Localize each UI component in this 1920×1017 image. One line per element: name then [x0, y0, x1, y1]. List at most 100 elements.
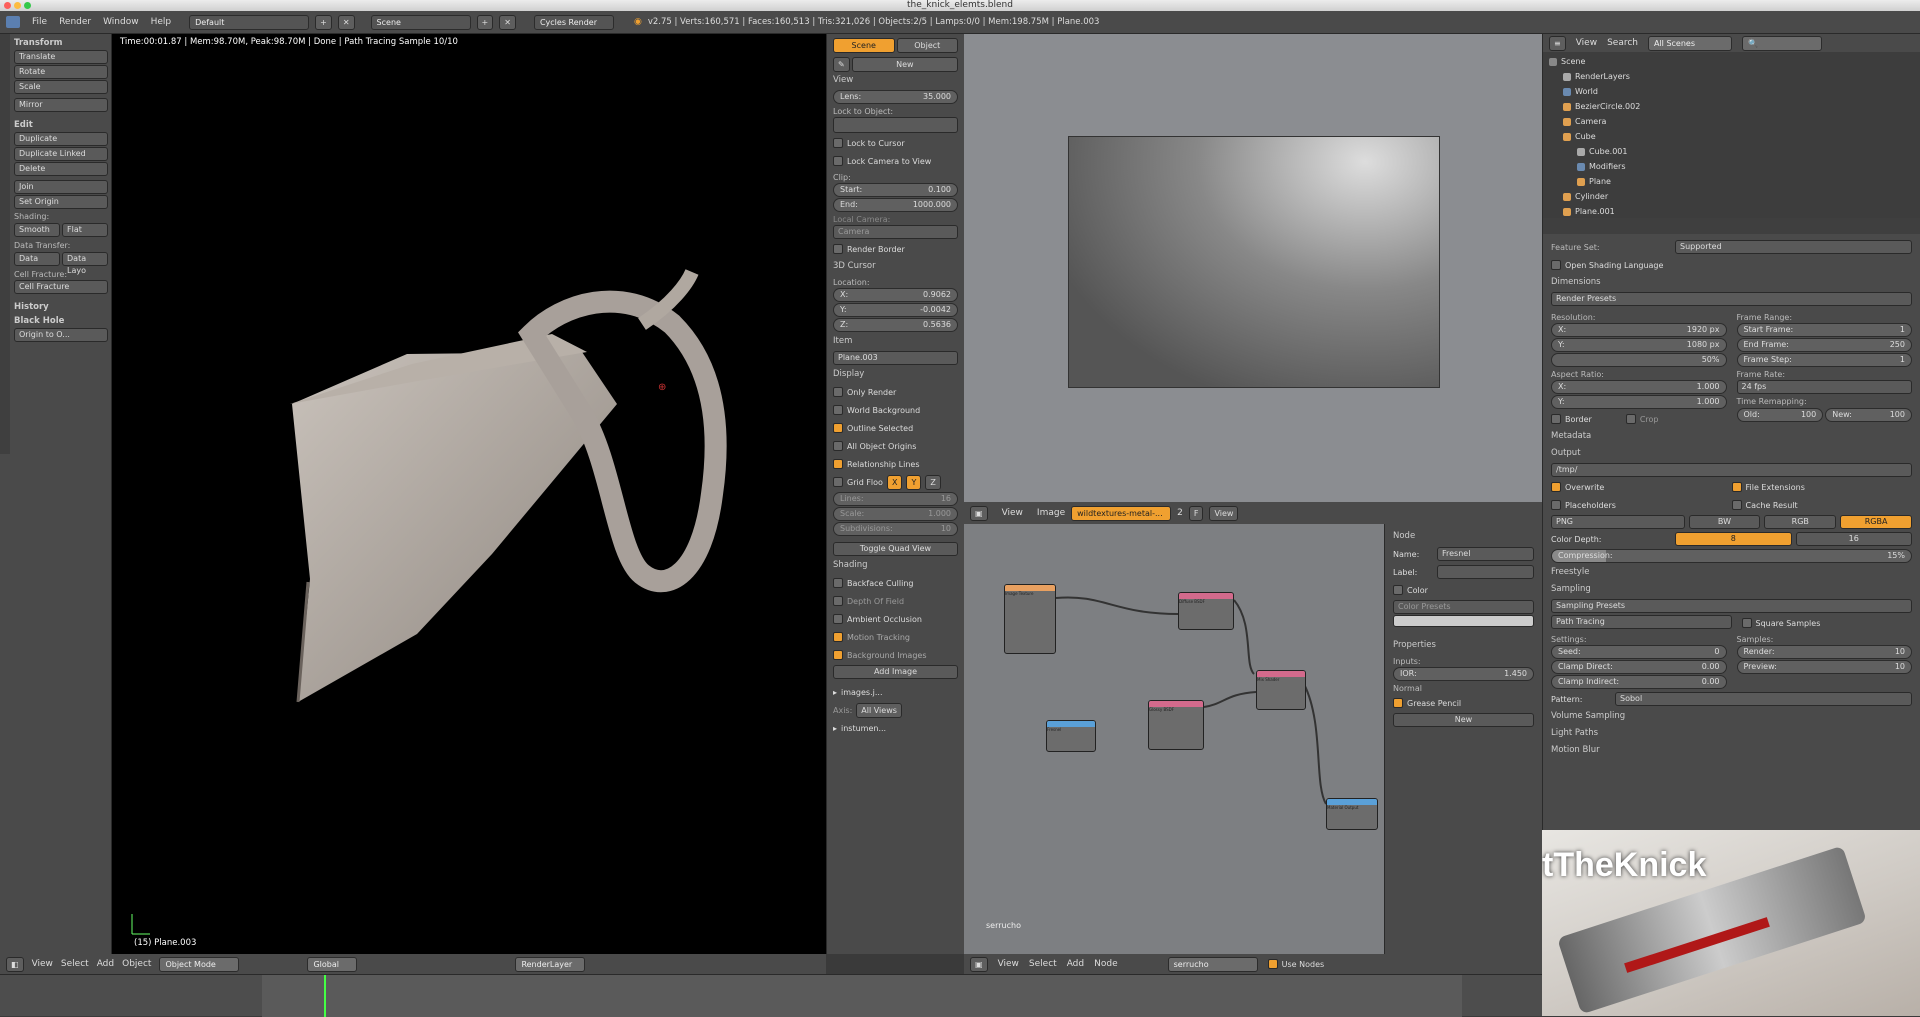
- fps-select[interactable]: 24 fps: [1736, 380, 1912, 394]
- view3d-menu-object[interactable]: Object: [122, 959, 151, 969]
- outliner-item-cylinder[interactable]: Cylinder: [1549, 189, 1914, 204]
- use-nodes-checkbox[interactable]: Use Nodes: [1267, 955, 1324, 973]
- origin-to-button[interactable]: Origin to O...: [14, 328, 108, 342]
- mix-shader-node[interactable]: Mix Shader: [1256, 670, 1306, 710]
- editor-type-icon[interactable]: [6, 16, 20, 28]
- frame-step-field[interactable]: Frame Step: 1: [1736, 353, 1912, 367]
- outliner-item-plane001[interactable]: Plane.001: [1549, 204, 1914, 219]
- properties-tabs[interactable]: [1543, 218, 1920, 234]
- new-grease-button[interactable]: New: [851, 57, 958, 72]
- grid-scale-field[interactable]: Scale: 1.000: [833, 507, 958, 521]
- bg-image-2[interactable]: ▸ instumen...: [833, 719, 958, 737]
- fresnel-node[interactable]: Fresnel: [1046, 720, 1096, 752]
- output-path-field[interactable]: /tmp/: [1551, 463, 1912, 477]
- depth-of-field-checkbox[interactable]: Depth Of Field: [833, 592, 958, 610]
- all-origins-checkbox[interactable]: All Object Origins: [833, 437, 958, 455]
- outliner-search-input[interactable]: 🔍: [1741, 35, 1822, 51]
- zoom-window-button[interactable]: [24, 2, 31, 9]
- sampling-presets-select[interactable]: Sampling Presets: [1551, 599, 1912, 613]
- outliner-item-camera[interactable]: Camera: [1549, 114, 1914, 129]
- view-header[interactable]: View: [833, 72, 958, 89]
- history-header[interactable]: History: [14, 302, 108, 312]
- motion-tracking-checkbox[interactable]: Motion Tracking: [833, 628, 958, 646]
- fake-user-button[interactable]: F: [1188, 505, 1204, 521]
- transform-header[interactable]: Transform: [14, 38, 108, 48]
- output-header[interactable]: Output: [1551, 445, 1912, 462]
- close-window-button[interactable]: [4, 2, 11, 9]
- remove-scene-button[interactable]: ✕: [499, 14, 516, 30]
- outliner-item-modifiers[interactable]: Modifiers: [1549, 159, 1914, 174]
- end-frame-field[interactable]: End Frame: 250: [1736, 338, 1912, 352]
- diffuse-bsdf-node[interactable]: Diffuse BSDF: [1178, 592, 1234, 630]
- placeholders-checkbox[interactable]: Placeholders: [1551, 496, 1732, 514]
- ambient-occlusion-checkbox[interactable]: Ambient Occlusion: [833, 610, 958, 628]
- motion-blur-header[interactable]: Motion Blur: [1551, 742, 1912, 759]
- screen-layout-select[interactable]: Default: [189, 14, 310, 30]
- background-images-checkbox[interactable]: Background Images: [833, 646, 958, 664]
- osl-checkbox[interactable]: Open Shading Language: [1551, 256, 1912, 274]
- seed-field[interactable]: Seed: 0: [1551, 645, 1727, 659]
- clip-end-field[interactable]: End: 1000.000: [833, 198, 958, 212]
- translate-button[interactable]: Translate: [14, 50, 108, 64]
- remap-old-field[interactable]: Old: 100: [1736, 408, 1824, 422]
- clip-start-field[interactable]: Start: 0.100: [833, 183, 958, 197]
- start-frame-field[interactable]: Start Frame: 1: [1736, 323, 1912, 337]
- lock-camera-checkbox[interactable]: Lock Camera to View: [833, 152, 958, 170]
- outliner-menu-search[interactable]: Search: [1607, 38, 1638, 48]
- orientation-select[interactable]: Global: [307, 956, 358, 972]
- playhead[interactable]: [324, 975, 326, 1017]
- data-button[interactable]: Data: [14, 252, 60, 266]
- grid-floor-checkbox[interactable]: Grid Floo X Y Z: [833, 473, 958, 491]
- 3d-editor-type-icon[interactable]: ◧: [6, 956, 24, 972]
- node-menu-node[interactable]: Node: [1094, 959, 1118, 969]
- outliner-item-plane[interactable]: Plane: [1549, 174, 1914, 189]
- metadata-header[interactable]: Metadata: [1551, 428, 1912, 445]
- render-layer-field[interactable]: RenderLayer: [515, 956, 586, 972]
- bw-toggle[interactable]: BW: [1688, 515, 1761, 529]
- item-header[interactable]: Item: [833, 333, 958, 350]
- duplicate-button[interactable]: Duplicate: [14, 132, 108, 146]
- compression-field[interactable]: Compression: 15%: [1551, 549, 1912, 563]
- depth-16-toggle[interactable]: 16: [1795, 532, 1912, 546]
- backface-culling-checkbox[interactable]: Backface Culling: [833, 574, 958, 592]
- node-menu-add[interactable]: Add: [1067, 959, 1084, 969]
- ior-field[interactable]: IOR: 1.450: [1393, 667, 1534, 681]
- cell-fracture-button[interactable]: Cell Fracture: [14, 280, 108, 294]
- timeline[interactable]: [0, 974, 1542, 1017]
- outliner-item-world[interactable]: World: [1549, 84, 1914, 99]
- grid-y-toggle[interactable]: Y: [906, 474, 922, 490]
- menu-help[interactable]: Help: [151, 17, 172, 27]
- add-image-button[interactable]: Add Image: [833, 665, 958, 679]
- cache-result-checkbox[interactable]: Cache Result: [1731, 496, 1913, 514]
- node-color-swatch[interactable]: [1393, 615, 1534, 627]
- color-checkbox[interactable]: Color: [1393, 581, 1534, 599]
- preview-samples-field[interactable]: Preview: 10: [1736, 660, 1912, 674]
- editor-type-icon[interactable]: ▣: [970, 505, 988, 521]
- glossy-bsdf-node[interactable]: Glossy BSDF: [1148, 700, 1204, 750]
- outline-selected-checkbox[interactable]: Outline Selected: [833, 419, 958, 437]
- flat-button[interactable]: Flat: [62, 223, 108, 237]
- add-layout-button[interactable]: +: [315, 14, 332, 30]
- grease-new-button[interactable]: New: [1393, 713, 1534, 727]
- remap-new-field[interactable]: New: 100: [1825, 408, 1912, 422]
- menu-window[interactable]: Window: [103, 17, 139, 27]
- set-origin-button[interactable]: Set Origin: [14, 195, 108, 209]
- scene-select[interactable]: Scene: [370, 14, 471, 30]
- rgb-toggle[interactable]: RGB: [1764, 515, 1837, 529]
- outliner-type-icon[interactable]: ≡: [1549, 35, 1566, 51]
- outliner-item-renderlayers[interactable]: RenderLayers: [1549, 69, 1914, 84]
- view3d-menu-view[interactable]: View: [32, 959, 53, 969]
- bg-image-1[interactable]: ▸ images.j...: [833, 683, 958, 701]
- menu-render[interactable]: Render: [59, 17, 91, 27]
- feature-set-select[interactable]: Supported: [1675, 240, 1912, 254]
- smooth-button[interactable]: Smooth: [14, 223, 60, 237]
- world-background-checkbox[interactable]: World Background: [833, 401, 958, 419]
- cursor-y-field[interactable]: Y: -0.0042: [833, 303, 958, 317]
- overwrite-checkbox[interactable]: Overwrite: [1551, 478, 1732, 496]
- render-engine-select[interactable]: Cycles Render: [533, 14, 614, 30]
- node-menu-view[interactable]: View: [998, 959, 1019, 969]
- grid-subdiv-field[interactable]: Subdivisions: 10: [833, 522, 958, 536]
- lens-field[interactable]: Lens: 35.000: [833, 90, 958, 104]
- outliner-item-scene[interactable]: Scene: [1549, 54, 1914, 69]
- grid-z-toggle[interactable]: Z: [925, 474, 941, 490]
